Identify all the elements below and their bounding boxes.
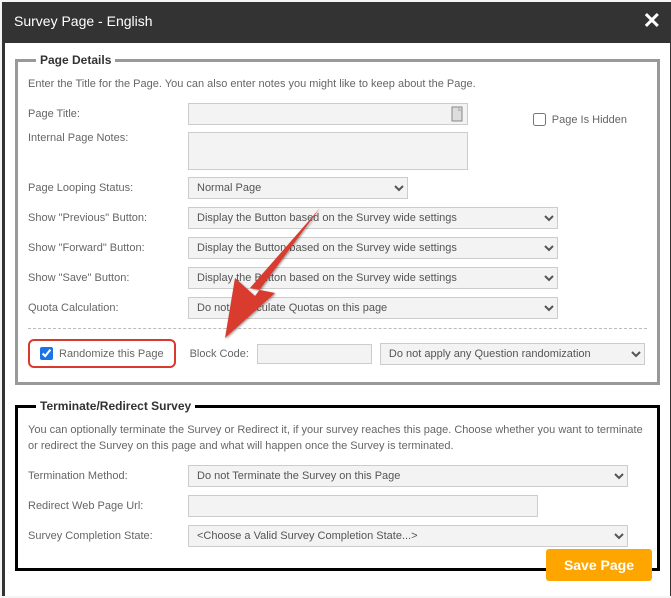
looping-select[interactable]: Normal Page [188, 177, 408, 199]
randomization-select[interactable]: Do not apply any Question randomization [380, 343, 645, 365]
save-btn-label: Show "Save" Button: [28, 272, 188, 284]
page-details-description: Enter the Title for the Page. You can al… [28, 77, 647, 92]
page-hidden-label: Page Is Hidden [552, 114, 627, 126]
terminate-legend: Terminate/Redirect Survey [36, 399, 195, 413]
document-icon[interactable] [449, 106, 465, 122]
termination-method-select[interactable]: Do not Terminate the Survey on this Page [188, 465, 628, 487]
window-title: Survey Page - English [14, 13, 153, 29]
fwd-select[interactable]: Display the Button based on the Survey w… [188, 237, 558, 259]
prev-select[interactable]: Display the Button based on the Survey w… [188, 207, 558, 229]
survey-page-dialog: Survey Page - English ✕ Page Details Ent… [2, 2, 671, 596]
page-hidden-wrapper: Page Is Hidden [533, 113, 627, 126]
dialog-content: Page Details Enter the Title for the Pag… [5, 43, 670, 596]
page-title-label: Page Title: [28, 108, 188, 120]
block-code-input[interactable] [257, 344, 372, 364]
randomize-checkbox[interactable] [40, 347, 53, 360]
quota-label: Quota Calculation: [28, 302, 188, 314]
randomize-label: Randomize this Page [59, 348, 164, 360]
terminate-description: You can optionally terminate the Survey … [28, 423, 647, 454]
redirect-url-label: Redirect Web Page Url: [28, 500, 188, 512]
randomize-highlight: Randomize this Page [28, 339, 176, 368]
redirect-url-input[interactable] [188, 495, 538, 517]
page-details-legend: Page Details [36, 53, 115, 67]
page-hidden-checkbox[interactable] [533, 113, 546, 126]
quota-select[interactable]: Do not recalculate Quotas on this page [188, 297, 558, 319]
looping-label: Page Looping Status: [28, 182, 188, 194]
terminate-fieldset: Terminate/Redirect Survey You can option… [15, 399, 660, 571]
close-icon[interactable]: ✕ [643, 10, 661, 32]
page-title-input[interactable] [188, 103, 468, 125]
prev-label: Show "Previous" Button: [28, 212, 188, 224]
notes-input[interactable] [188, 132, 468, 170]
completion-state-label: Survey Completion State: [28, 530, 188, 542]
notes-label: Internal Page Notes: [28, 132, 188, 144]
save-btn-select[interactable]: Display the Button based on the Survey w… [188, 267, 558, 289]
bottom-section: Randomize this Page Block Code: Do not a… [28, 328, 647, 368]
titlebar: Survey Page - English ✕ [2, 2, 671, 40]
termination-method-label: Termination Method: [28, 470, 188, 482]
completion-state-select[interactable]: <Choose a Valid Survey Completion State.… [188, 525, 628, 547]
block-code-label: Block Code: [190, 348, 249, 360]
save-page-button[interactable]: Save Page [546, 549, 652, 581]
fwd-label: Show "Forward" Button: [28, 242, 188, 254]
page-details-fieldset: Page Details Enter the Title for the Pag… [15, 53, 660, 385]
